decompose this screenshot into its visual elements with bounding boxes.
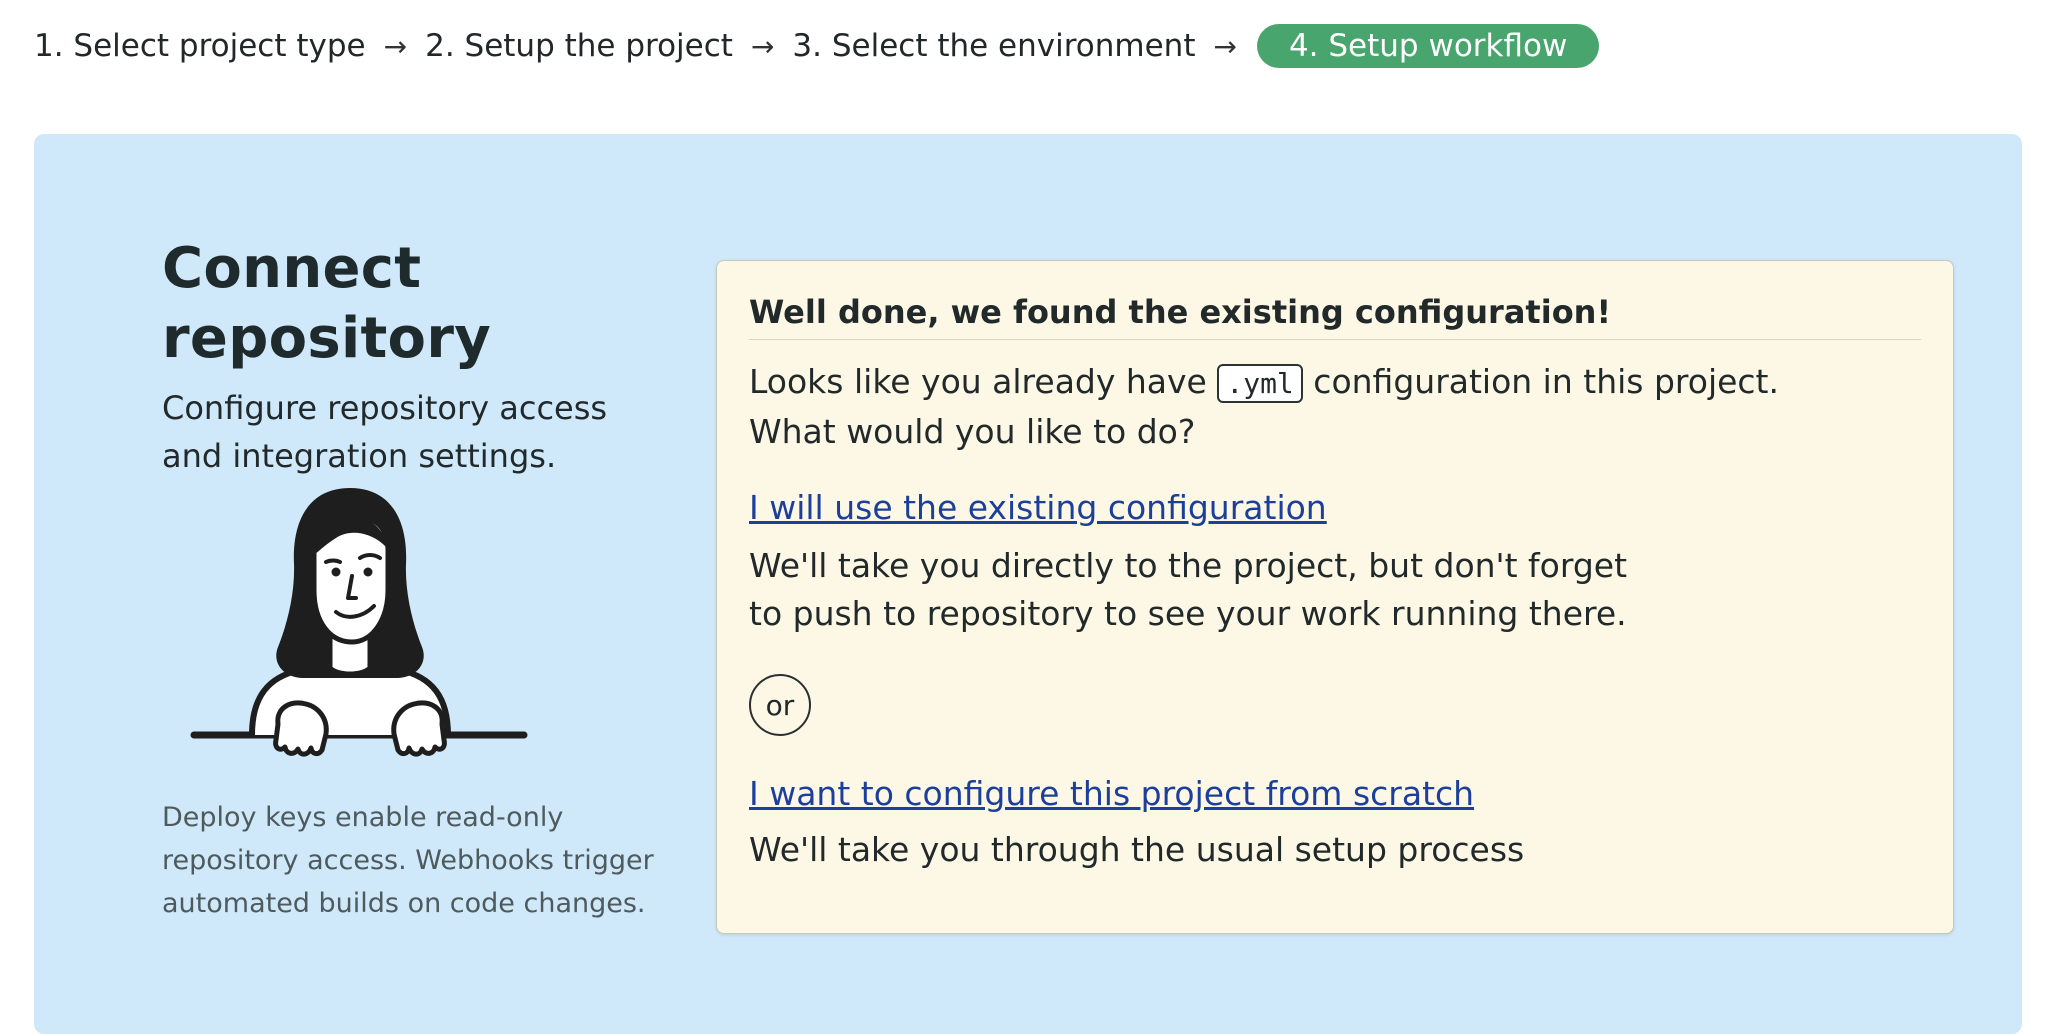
card-intro: Looks like you already have .yml configu… [749, 358, 1921, 456]
page-title: Connect repository [162, 236, 492, 371]
option2-description: We'll take you through the usual setup p… [749, 830, 1525, 869]
step-setup-workflow-active: 4. Setup workflow [1256, 24, 1600, 68]
yml-code-badge: .yml [1217, 364, 1303, 403]
configure-from-scratch-link[interactable]: I want to configure this project from sc… [749, 772, 1474, 816]
arrow-right-icon: → [383, 29, 408, 63]
intro-text-before: Looks like you already have [749, 362, 1207, 401]
step-setup-project[interactable]: 2. Setup the project [425, 28, 733, 64]
left-column: Connect repository Configure repository … [162, 234, 652, 480]
option1-description: We'll take you directly to the project, … [749, 546, 1628, 633]
help-note: Deploy keys enable read-only repository … [162, 802, 654, 919]
main-panel: Connect repository Configure repository … [34, 134, 2022, 1034]
wizard-steps: 1. Select project type → 2. Setup the pr… [34, 24, 1600, 68]
step-select-environment[interactable]: 3. Select the environment [792, 28, 1195, 64]
intro-text-after: configuration in this project. [1313, 362, 1779, 401]
or-divider: or [749, 674, 811, 736]
intro-question: What would you like to do? [749, 412, 1196, 451]
arrow-right-icon: → [750, 29, 775, 63]
card-title: Well done, we found the existing configu… [749, 291, 1921, 340]
existing-config-card: Well done, we found the existing configu… [716, 260, 1954, 934]
page-subtitle: Configure repository access and integrat… [162, 389, 608, 475]
use-existing-config-link[interactable]: I will use the existing configuration [749, 486, 1327, 530]
step-select-project-type[interactable]: 1. Select project type [34, 28, 366, 64]
person-illustration [190, 488, 528, 757]
arrow-right-icon: → [1213, 29, 1237, 63]
